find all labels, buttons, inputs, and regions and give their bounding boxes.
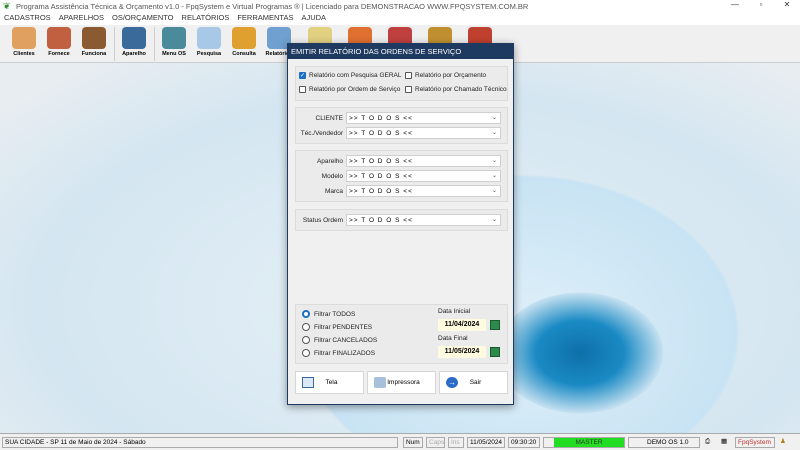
window-titlebar: ❦ Programa Assistência Técnica & Orçamen… bbox=[0, 0, 800, 13]
clipboard-icon bbox=[162, 27, 186, 49]
calendar-icon[interactable] bbox=[490, 320, 500, 330]
report-dialog: EMITIR RELATÓRIO DAS ORDENS DE SERVIÇO ✓… bbox=[287, 43, 514, 405]
arrow-right-icon: → bbox=[446, 377, 458, 388]
radio-filtrar-pendentes[interactable]: Filtrar PENDENTES bbox=[302, 323, 372, 331]
aparelho-select[interactable]: >> T O D O S << ⌄ bbox=[346, 155, 501, 167]
device-group: Aparelho >> T O D O S << ⌄ Modelo >> T O D … bbox=[295, 150, 508, 202]
radio-filtrar-cancelados[interactable]: Filtrar CANCELADOS bbox=[302, 336, 377, 344]
date-start-input[interactable]: 11/04/2024 bbox=[438, 319, 486, 331]
dialog-title: EMITIR RELATÓRIO DAS ORDENS DE SERVIÇO bbox=[288, 44, 513, 59]
chevron-down-icon: ⌄ bbox=[491, 217, 497, 223]
app-logo-icon: ❦ bbox=[3, 1, 11, 11]
status-time: 09:30:20 bbox=[508, 437, 540, 448]
marca-select[interactable]: >> T O D O S << ⌄ bbox=[346, 185, 501, 197]
chevron-down-icon: ⌄ bbox=[491, 188, 497, 194]
toolbar-consulta[interactable]: Consulta bbox=[226, 27, 262, 61]
status-ins: Ins bbox=[448, 437, 464, 448]
status-brand: FpqSystem bbox=[735, 437, 775, 448]
status-caps: Caps bbox=[426, 437, 445, 448]
toolbar-clientes[interactable]: Clientes bbox=[6, 27, 42, 61]
status-ordem-select[interactable]: >> T O D O S << ⌄ bbox=[346, 214, 501, 226]
calculator-icon[interactable]: ▦ bbox=[719, 437, 733, 448]
checkbox-ordem-servico[interactable]: Relatório por Ordem de Serviço bbox=[299, 86, 400, 93]
impressora-button[interactable]: Impressora bbox=[367, 371, 436, 394]
menu-os-orcamento[interactable]: OS/ORÇAMENTO bbox=[112, 13, 174, 25]
toolbar-aparelho[interactable]: Aparelho bbox=[116, 27, 152, 61]
supplier-icon bbox=[47, 27, 71, 49]
window-title: Programa Assistência Técnica & Orçamento… bbox=[16, 2, 529, 11]
checkbox-pesquisa-geral[interactable]: ✓ Relatório com Pesquisa GERAL bbox=[299, 72, 402, 79]
toolbar-pesquisa[interactable]: Pesquisa bbox=[191, 27, 227, 61]
sair-button[interactable]: → Sair bbox=[439, 371, 508, 394]
drawer-icon bbox=[232, 27, 256, 49]
checkbox-orcamento[interactable]: Relatório por Orçamento bbox=[405, 72, 486, 79]
report-type-group: ✓ Relatório com Pesquisa GERAL Relatório … bbox=[295, 66, 508, 101]
chevron-down-icon: ⌄ bbox=[491, 173, 497, 179]
radio-filtrar-todos[interactable]: Filtrar TODOS bbox=[302, 310, 355, 318]
menu-bar: CADASTROS APARELHOS OS/ORÇAMENTO RELATÓR… bbox=[0, 13, 800, 25]
vendedor-select[interactable]: >> T O D O S << ⌄ bbox=[346, 127, 501, 139]
menu-ferramentas[interactable]: FERRAMENTAS bbox=[237, 13, 293, 25]
status-date: 11/05/2024 bbox=[467, 437, 505, 448]
toolbar-menu-os[interactable]: Menu OS bbox=[156, 27, 192, 61]
employee-icon bbox=[82, 27, 106, 49]
maximize-button[interactable]: ▫ bbox=[748, 0, 774, 9]
user-icon[interactable]: ♟ bbox=[778, 437, 792, 448]
date-start-label: Data Inicial bbox=[438, 308, 471, 315]
radio-filtrar-finalizados[interactable]: Filtrar FINALIZADOS bbox=[302, 349, 375, 357]
status-city: SUA CIDADE - SP 11 de Maio de 2024 - Sáb… bbox=[2, 437, 398, 448]
period-group: Filtrar TODOS Filtrar PENDENTES Filtrar … bbox=[295, 304, 508, 364]
cliente-select[interactable]: >> T O D O S << ⌄ bbox=[346, 112, 501, 124]
minimize-button[interactable]: — bbox=[722, 0, 748, 9]
date-end-label: Data Final bbox=[438, 335, 468, 342]
status-bar: SUA CIDADE - SP 11 de Maio de 2024 - Sáb… bbox=[0, 433, 800, 450]
date-end-input[interactable]: 11/05/2024 bbox=[438, 346, 486, 358]
chevron-down-icon: ⌄ bbox=[491, 115, 497, 121]
status-version: DEMO OS 1.0 bbox=[628, 437, 700, 448]
status-user: MASTER bbox=[543, 437, 625, 448]
modelo-select[interactable]: >> T O D O S << ⌄ bbox=[346, 170, 501, 182]
tela-button[interactable]: Tela bbox=[295, 371, 364, 394]
menu-relatorios[interactable]: RELATÓRIOS bbox=[182, 13, 230, 25]
status-group: Status Ordem >> T O D O S << ⌄ bbox=[295, 209, 508, 231]
menu-ajuda[interactable]: AJUDA bbox=[301, 13, 326, 25]
menu-cadastros[interactable]: CADASTROS bbox=[4, 13, 51, 25]
status-num: Num bbox=[403, 437, 423, 448]
chevron-down-icon: ⌄ bbox=[491, 130, 497, 136]
client-group: CLIENTE >> T O D O S << ⌄ Téc./Vendedor >> … bbox=[295, 107, 508, 144]
toolbar-funciona[interactable]: Funciona bbox=[76, 27, 112, 61]
chevron-down-icon: ⌄ bbox=[491, 158, 497, 164]
close-button[interactable]: ✕ bbox=[774, 0, 800, 9]
printer-icon bbox=[374, 377, 386, 388]
checkbox-chamado-tecnico[interactable]: Relatório por Chamado Técnico bbox=[405, 86, 507, 93]
clients-icon bbox=[12, 27, 36, 49]
toolbar-fornece[interactable]: Fornece bbox=[41, 27, 77, 61]
device-icon bbox=[122, 27, 146, 49]
window-icon bbox=[302, 377, 314, 388]
search-icon bbox=[197, 27, 221, 49]
printer-setup-icon[interactable]: ⎙ bbox=[703, 437, 717, 448]
calendar-icon[interactable] bbox=[490, 347, 500, 357]
menu-aparelhos[interactable]: APARELHOS bbox=[59, 13, 104, 25]
checkbox-checked-icon: ✓ bbox=[299, 72, 306, 79]
